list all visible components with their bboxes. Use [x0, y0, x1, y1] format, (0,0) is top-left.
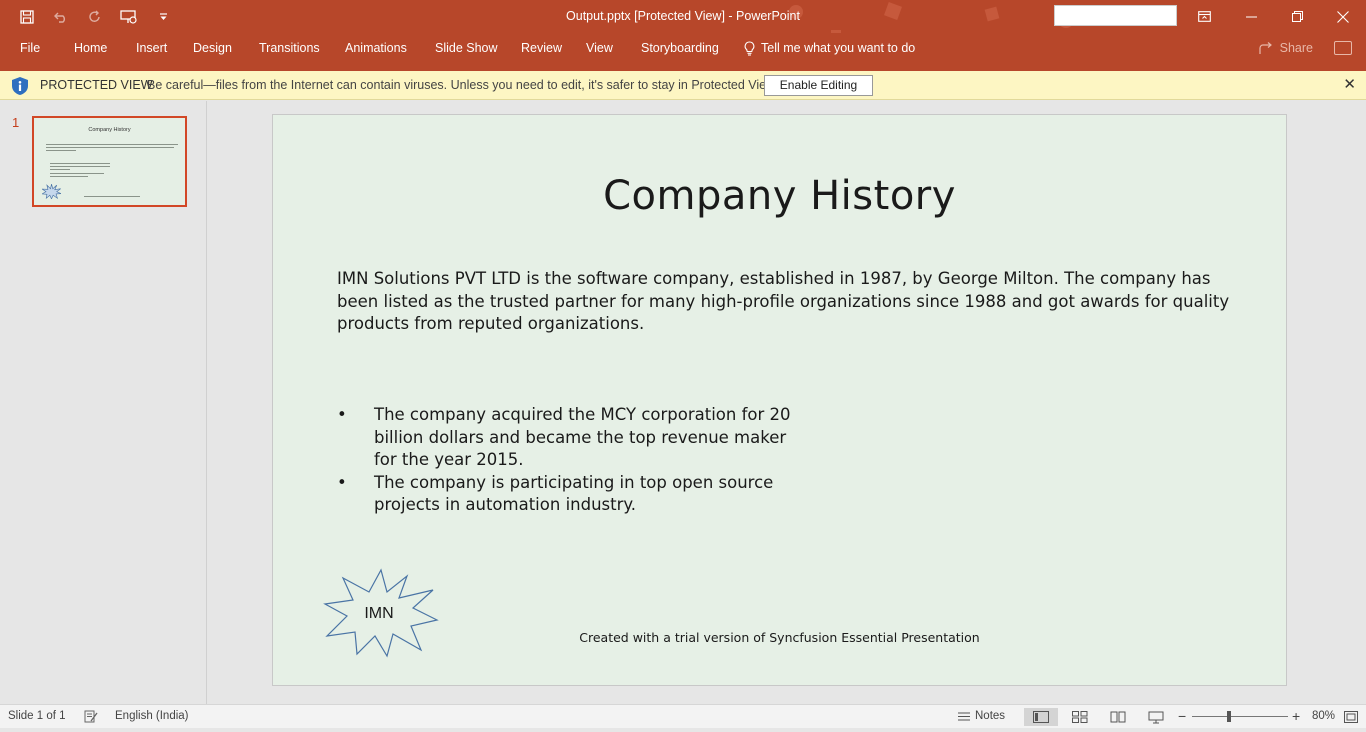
tell-me-box[interactable]: Tell me what you want to do [744, 33, 915, 64]
notes-button[interactable]: Notes [958, 705, 1005, 728]
slide-number: 1 [12, 115, 20, 130]
zoom-level[interactable]: 80% [1312, 705, 1335, 728]
shape-label: IMN [364, 605, 393, 622]
slide-sorter-icon [1072, 711, 1088, 723]
thumbnail-text-line [50, 169, 70, 170]
bullet-marker: • [337, 405, 347, 424]
reading-view-button[interactable] [1101, 708, 1135, 726]
thumbnail-text-line [50, 163, 110, 164]
tab-design[interactable]: Design [193, 33, 232, 64]
ribbon-tabs: File Home Insert Design Transitions Anim… [0, 33, 1366, 71]
notes-icon [958, 712, 970, 721]
bullet-item: • The company is participating in top ope… [337, 472, 797, 517]
thumbnail-text-line [46, 147, 174, 148]
save-icon[interactable] [14, 4, 40, 30]
zoom-in-button[interactable]: + [1292, 705, 1300, 728]
thumbnail-text-line [46, 144, 178, 145]
tell-me-label: Tell me what you want to do [761, 41, 916, 55]
redo-icon[interactable] [82, 4, 108, 30]
share-button[interactable]: Share [1259, 33, 1313, 64]
slide-title[interactable]: Company History [273, 173, 1286, 219]
trial-footer-note[interactable]: Created with a trial version of Syncfusi… [273, 630, 1286, 645]
slide-bullet-list[interactable]: • The company acquired the MCY corporatio… [337, 404, 797, 517]
zoom-slider-track[interactable] [1192, 716, 1288, 717]
restore-button[interactable] [1274, 0, 1320, 33]
bullet-text: The company is participating in top open… [374, 472, 774, 515]
thumbnail-text-line [50, 166, 110, 167]
close-icon[interactable]: ✕ [1343, 71, 1356, 99]
tab-review[interactable]: Review [521, 33, 562, 64]
normal-view-icon [1033, 711, 1049, 723]
thumbnail-text-line [50, 173, 104, 174]
tab-file[interactable]: File [20, 33, 40, 64]
undo-icon[interactable] [48, 4, 74, 30]
customize-qat-icon[interactable] [150, 4, 176, 30]
tab-home[interactable]: Home [74, 33, 107, 64]
enable-editing-button[interactable]: Enable Editing [764, 75, 873, 96]
thumbnail-text-line [46, 150, 76, 151]
bullet-marker: • [337, 472, 347, 492]
slide-editor-canvas: Company History IMN Solutions PVT LTD is… [208, 101, 1366, 704]
slide-paragraph[interactable]: IMN Solutions PVT LTD is the software co… [337, 268, 1252, 336]
account-box[interactable] [1054, 5, 1177, 26]
tab-storyboarding[interactable]: Storyboarding [641, 33, 719, 64]
slide-sorter-button[interactable] [1063, 708, 1097, 726]
close-button[interactable] [1320, 0, 1366, 33]
tab-transitions[interactable]: Transitions [259, 33, 320, 64]
slide[interactable]: Company History IMN Solutions PVT LTD is… [272, 114, 1287, 686]
thumbnail-burst-shape [42, 184, 61, 199]
tab-animations[interactable]: Animations [345, 33, 407, 64]
shield-info-icon [12, 77, 28, 95]
thumbnail-text-line [50, 176, 88, 177]
slide-thumbnail[interactable]: Company History [32, 116, 187, 207]
bullet-text: The company acquired the MCY corporation… [374, 405, 791, 470]
share-label: Share [1279, 41, 1313, 55]
thumbnail-text-line [84, 196, 140, 197]
title-bar: Output.pptx [Protected View] - PowerPoin… [0, 0, 1366, 54]
lightbulb-icon [744, 41, 755, 56]
protected-view-title: PROTECTED VIEW [40, 78, 153, 92]
minimize-button[interactable] [1228, 0, 1274, 33]
zoom-out-button[interactable]: − [1178, 705, 1186, 728]
normal-view-button[interactable] [1024, 708, 1058, 726]
slide-show-icon [1148, 711, 1164, 723]
tab-slide-show[interactable]: Slide Show [435, 33, 498, 64]
status-bar: Slide 1 of 1 English (India) Notes − + 8… [0, 704, 1366, 728]
share-icon [1259, 42, 1272, 54]
slide-thumbnail-pane: 1 Company History [0, 101, 207, 704]
slide-show-button[interactable] [1139, 708, 1173, 726]
slide-count[interactable]: Slide 1 of 1 [8, 705, 66, 728]
comments-icon[interactable] [1334, 41, 1352, 55]
ribbon-display-options-icon[interactable] [1181, 0, 1227, 33]
notes-label: Notes [975, 710, 1006, 722]
quick-access-toolbar [14, 0, 176, 33]
language-indicator[interactable]: English (India) [115, 705, 189, 728]
tab-view[interactable]: View [586, 33, 613, 64]
zoom-slider-thumb[interactable] [1227, 711, 1231, 722]
reading-view-icon [1110, 711, 1126, 723]
tab-insert[interactable]: Insert [136, 33, 167, 64]
bullet-item: • The company acquired the MCY corporatio… [337, 404, 797, 472]
protected-view-bar: PROTECTED VIEW Be careful—files from the… [0, 71, 1366, 100]
protected-view-message: Be careful—files from the Internet can c… [147, 78, 778, 92]
thumbnail-title: Company History [88, 127, 131, 133]
start-from-beginning-icon[interactable] [116, 4, 142, 30]
